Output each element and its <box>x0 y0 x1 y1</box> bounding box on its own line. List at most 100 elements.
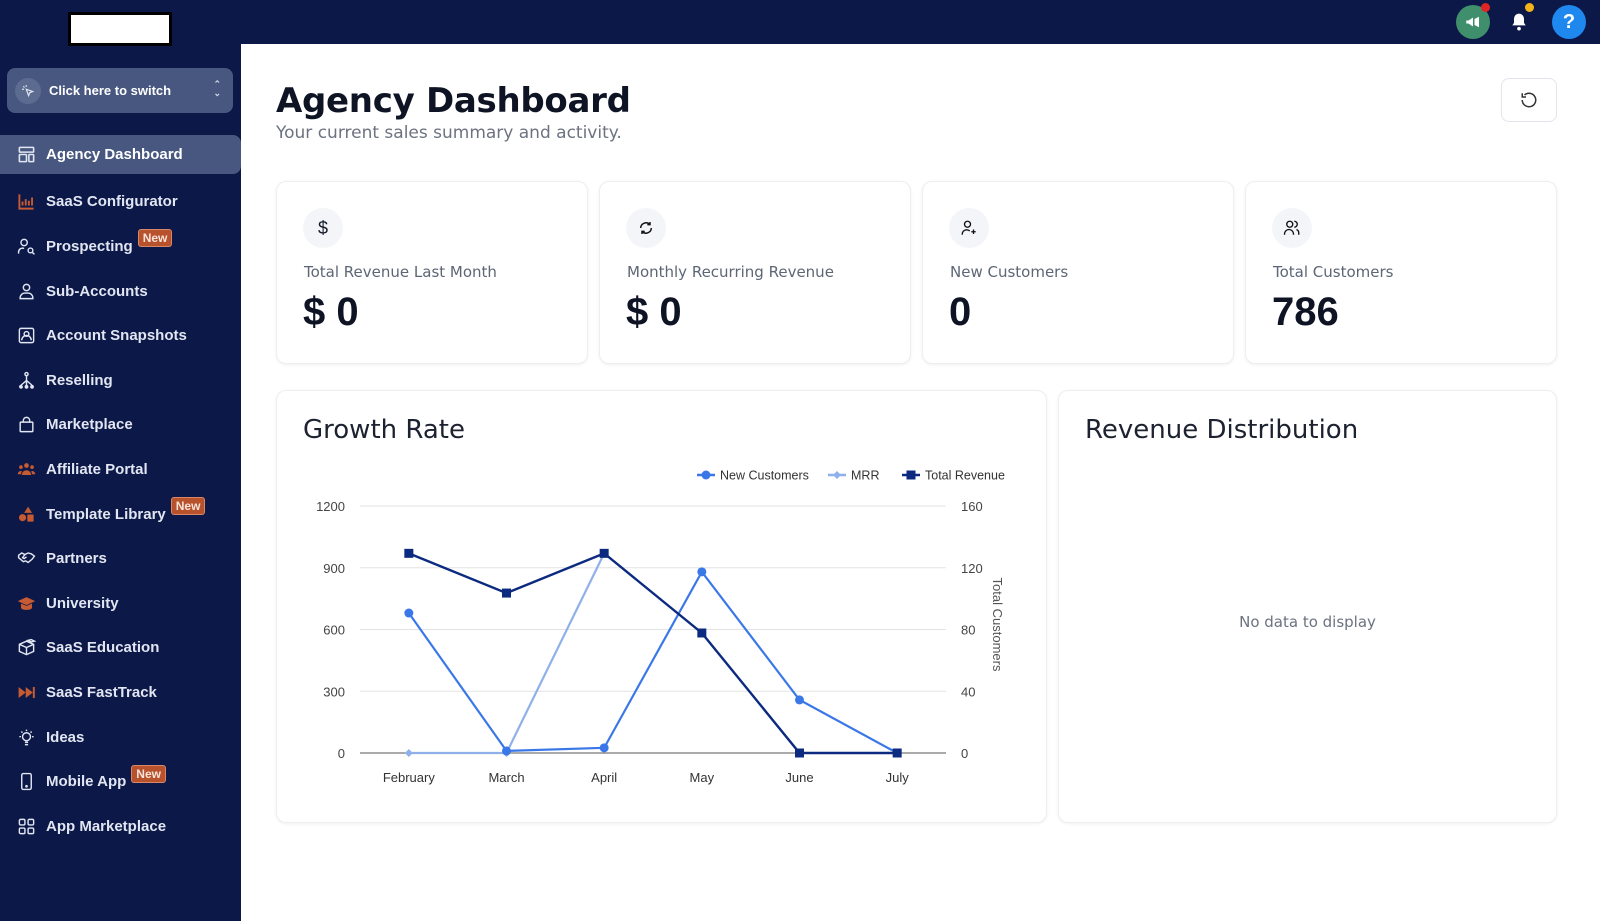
stat-value: 786 <box>1272 290 1339 334</box>
left-axis-tick: 300 <box>323 684 345 699</box>
user-icon <box>16 281 36 301</box>
shopping-bag-icon <box>16 415 36 435</box>
fast-forward-icon <box>16 682 36 702</box>
x-axis-tick: June <box>785 770 813 785</box>
apps-grid-icon <box>16 816 36 836</box>
graduation-cap-icon <box>16 593 36 613</box>
legend-marker-mrr <box>833 471 841 479</box>
sidebar-item-label: Account Snapshots <box>46 327 187 345</box>
legend-marker-total-revenue <box>906 470 916 480</box>
agency-logo[interactable] <box>68 12 172 46</box>
handshake-icon <box>16 549 36 569</box>
sidebar-item-label: Agency Dashboard <box>46 146 183 163</box>
legend-marker-new-customers <box>701 470 711 480</box>
sidebar-item-marketplace[interactable]: Marketplace <box>0 403 241 448</box>
sidebar-item-mobile-app[interactable]: Mobile App New <box>0 759 241 804</box>
page-title: Agency Dashboard <box>276 81 631 121</box>
left-axis-tick: 600 <box>323 623 345 638</box>
top-icons: ? <box>1456 0 1600 44</box>
sidebar-item-prospecting[interactable]: Prospecting New <box>0 224 241 269</box>
sidebar-item-label: Partners <box>46 550 107 568</box>
help-button[interactable]: ? <box>1552 5 1586 39</box>
sidebar-item-label: University <box>46 594 119 612</box>
dashboard-icon <box>16 145 36 165</box>
stat-card-total-customers: Total Customers 786 <box>1245 181 1557 364</box>
user-plus-icon <box>949 208 989 248</box>
sidebar-item-partners[interactable]: Partners <box>0 536 241 581</box>
sidebar-item-university[interactable]: University <box>0 581 241 626</box>
x-axis-tick: July <box>886 770 910 785</box>
data-point-mrr <box>404 749 413 757</box>
stat-card-new-customers: New Customers 0 <box>922 181 1234 364</box>
sidebar-item-app-marketplace[interactable]: App Marketplace <box>0 804 241 849</box>
right-axis-tick: 80 <box>961 623 975 638</box>
stat-label: Total Customers <box>1273 263 1394 281</box>
announcements-button[interactable] <box>1456 3 1490 39</box>
no-data-message: No data to display <box>1239 613 1376 631</box>
x-axis-tick: April <box>591 770 617 785</box>
data-point-total-revenue <box>795 748 804 758</box>
sidebar-item-reselling[interactable]: Reselling <box>0 358 241 403</box>
right-axis-tick: 40 <box>961 684 975 699</box>
sidebar-item-ideas[interactable]: Ideas <box>0 715 241 760</box>
stat-value: 0 <box>949 290 972 334</box>
sidebar-item-label: App Marketplace <box>46 817 167 835</box>
legend-label-total-revenue: Total Revenue <box>925 469 1005 483</box>
x-axis-tick: March <box>488 770 524 785</box>
help-icon: ? <box>1562 10 1576 33</box>
left-axis-tick: 900 <box>323 561 345 576</box>
revenue-distribution-card: Revenue Distribution No data to display <box>1058 390 1557 823</box>
sidebar-item-label: Template Library <box>46 505 166 523</box>
new-badge: New <box>137 229 173 248</box>
page-subtitle: Your current sales summary and activity. <box>276 123 622 143</box>
users-icon <box>1272 208 1312 248</box>
refresh-cycle-icon <box>626 208 666 248</box>
sidebar-item-label: Reselling <box>46 371 113 389</box>
new-badge: New <box>170 497 206 516</box>
sidebar-item-saas-education[interactable]: SaaS Education <box>0 626 241 671</box>
snapshot-icon <box>16 326 36 346</box>
mobile-icon <box>16 772 36 792</box>
shapes-icon <box>16 504 36 524</box>
users-group-icon <box>16 459 36 479</box>
sidebar-item-saas-configurator[interactable]: SaaS Configurator <box>0 180 241 225</box>
sidebar-item-sub-accounts[interactable]: Sub-Accounts <box>0 269 241 314</box>
sidebar-item-saas-fasttrack[interactable]: SaaS FastTrack <box>0 670 241 715</box>
x-axis-tick: February <box>383 770 436 785</box>
sidebar-item-template-library[interactable]: Template Library New <box>0 492 241 537</box>
lightbulb-icon <box>16 727 36 747</box>
series-line-total-revenue <box>408 551 898 755</box>
box-education-icon <box>16 638 36 658</box>
account-switcher[interactable]: Click here to switch ⌃ ⌄ <box>7 68 233 113</box>
refresh-icon <box>1521 92 1537 108</box>
x-axis-tick: May <box>690 770 715 785</box>
refresh-button[interactable] <box>1501 78 1557 122</box>
sidebar-item-account-snapshots[interactable]: Account Snapshots <box>0 313 241 358</box>
data-point-new-customers <box>404 608 414 618</box>
stat-value: $ 0 <box>626 290 682 334</box>
main-content: Agency Dashboard Your current sales summ… <box>241 44 1600 921</box>
data-point-new-customers <box>795 695 804 705</box>
sidebar-item-agency-dashboard[interactable]: Agency Dashboard <box>0 135 241 174</box>
series-line-new-customers <box>407 569 898 754</box>
stat-card-total-revenue: $ Total Revenue Last Month $ 0 <box>276 181 588 364</box>
data-point-total-revenue <box>502 588 511 598</box>
megaphone-icon <box>1466 16 1479 28</box>
stat-card-mrr: Monthly Recurring Revenue $ 0 <box>599 181 911 364</box>
legend-label-new-customers: New Customers <box>720 469 809 483</box>
stat-label: Monthly Recurring Revenue <box>627 263 834 281</box>
stat-label: New Customers <box>950 263 1069 281</box>
chevron-up-down-icon: ⌃ ⌄ <box>213 79 221 98</box>
sidebar-item-label: Marketplace <box>46 416 133 434</box>
notifications-button[interactable] <box>1502 3 1536 39</box>
sidebar-item-affiliate-portal[interactable]: Affiliate Portal <box>0 447 241 492</box>
growth-rate-card: Growth Rate 0 300 600 900 1200 0 40 80 120 160 Tot… <box>276 390 1047 823</box>
cursor-click-icon <box>15 77 41 104</box>
data-point-total-revenue <box>892 748 902 758</box>
sidebar-item-label: Mobile App <box>46 773 127 791</box>
user-search-icon <box>16 236 36 256</box>
hierarchy-icon <box>16 370 36 390</box>
right-axis-tick: 0 <box>961 746 968 761</box>
sidebar-item-label: SaaS Configurator <box>46 193 178 211</box>
left-axis-tick: 1200 <box>316 499 345 514</box>
